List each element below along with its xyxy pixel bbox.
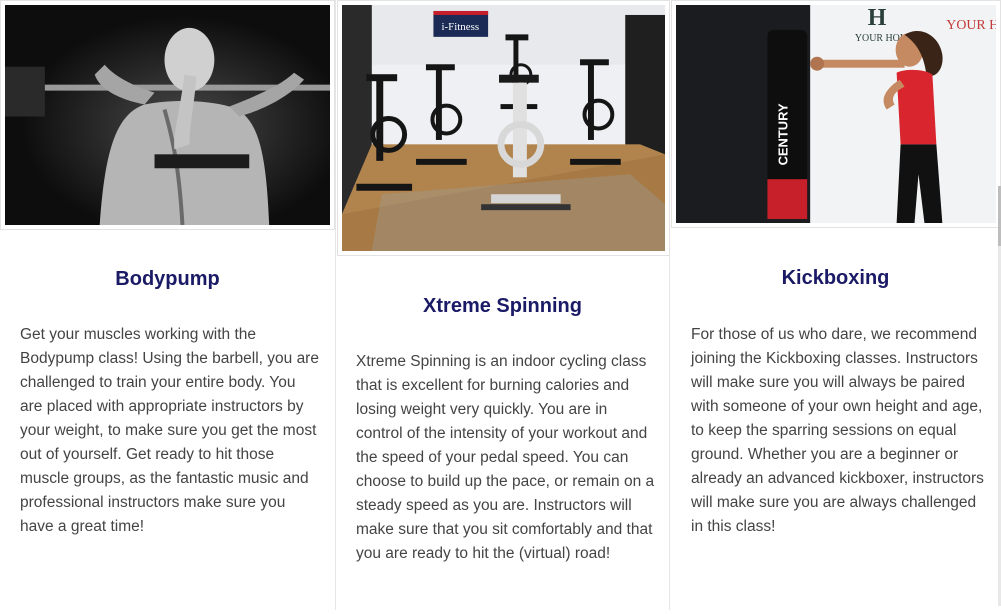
- bodypump-image: [0, 0, 335, 230]
- card-title: Xtreme Spinning: [423, 295, 582, 317]
- wall-logo-text-2: YOUR H: [946, 18, 996, 33]
- kickboxing-image: YOUR HOUSE YOUR H H CENTURY: [671, 0, 1001, 228]
- kickboxing-photo: YOUR HOUSE YOUR H H CENTURY: [676, 5, 996, 223]
- class-cards: Bodypump Get your muscles working with t…: [0, 0, 1001, 614]
- card-description: For those of us who dare, we recommend j…: [691, 326, 984, 535]
- bodypump-photo: [5, 5, 330, 225]
- card-xtreme-spinning: i-Fitness Xtreme Spinning Xtreme Spinnin…: [336, 0, 670, 610]
- card-title: Kickboxing: [781, 267, 890, 289]
- svg-text:H: H: [868, 5, 887, 31]
- card-bodypump: Bodypump Get your muscles working with t…: [0, 0, 336, 610]
- image-sign-text: i-Fitness: [441, 21, 479, 33]
- card-description: Get your muscles working with the Bodypu…: [20, 326, 319, 535]
- card-kickboxing: YOUR HOUSE YOUR H H CENTURY Kickboxing F…: [670, 0, 1001, 610]
- spinning-photo: i-Fitness: [342, 5, 665, 251]
- card-description: Xtreme Spinning is an indoor cycling cla…: [356, 353, 655, 562]
- card-title: Bodypump: [115, 268, 220, 290]
- bag-brand-text: CENTURY: [775, 103, 790, 165]
- spinning-image: i-Fitness: [337, 0, 670, 256]
